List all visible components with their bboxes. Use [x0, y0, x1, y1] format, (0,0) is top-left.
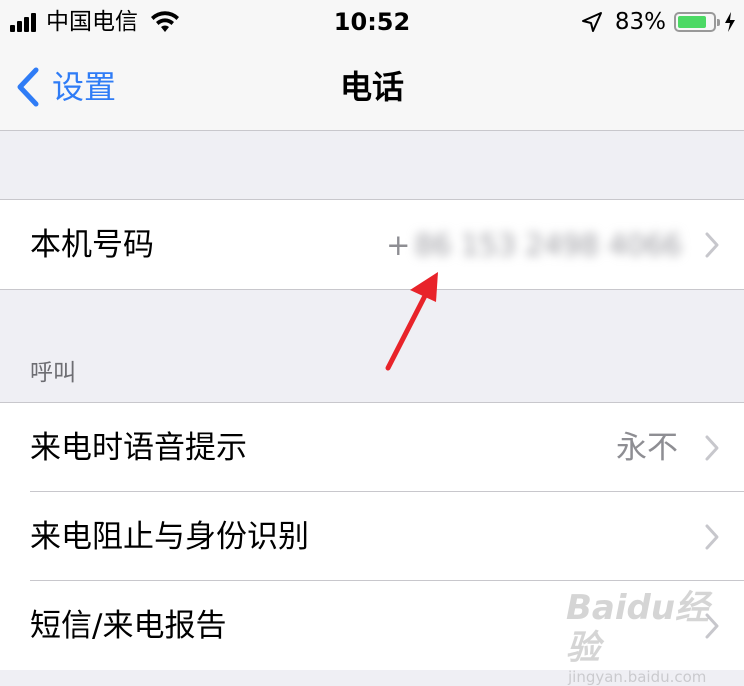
annotation-arrow-icon [385, 272, 438, 371]
call-blocking-label: 来电阻止与身份识别 [30, 518, 309, 555]
my-number-label: 本机号码 [30, 226, 154, 263]
charging-bolt-icon [725, 12, 735, 32]
baidu-watermark: Baidu经验 jingyan.baidu.com [566, 588, 716, 686]
my-number-value: + 86 153 2498 4066 [386, 228, 682, 262]
chevron-right-icon [705, 524, 719, 549]
announce-calls-cell[interactable]: 来电时语音提示 永不 [0, 403, 744, 492]
nav-bar: 设置 电话 [0, 44, 744, 131]
battery-fill [678, 16, 707, 28]
announce-calls-label: 来电时语音提示 [30, 429, 247, 466]
battery-icon [674, 12, 720, 32]
battery-percent: 83% [614, 9, 666, 35]
watermark-main: Baidu经验 [566, 588, 710, 668]
battery-cap [717, 19, 720, 26]
location-arrow-icon [581, 12, 602, 32]
announce-calls-value: 永不 [616, 429, 678, 466]
watermark-sub: jingyan.baidu.com [568, 668, 707, 686]
page-title: 电话 [339, 68, 404, 106]
my-number-group: 本机号码 + 86 153 2498 4066 [0, 199, 744, 290]
chevron-right-icon [705, 435, 719, 460]
my-number-prefix: + [386, 227, 411, 262]
status-right: 83% [581, 8, 736, 36]
my-number-obscured: 86 153 2498 4066 [414, 227, 682, 262]
chevron-right-icon [705, 232, 719, 257]
call-blocking-cell[interactable]: 来电阻止与身份识别 [0, 491, 744, 581]
status-bar: 中国电信 10:52 83% [0, 0, 744, 44]
calls-section-header: 呼叫 [30, 360, 76, 386]
my-number-cell[interactable]: 本机号码 + 86 153 2498 4066 [0, 200, 744, 289]
sms-call-reporting-label: 短信/来电报告 [30, 607, 227, 644]
